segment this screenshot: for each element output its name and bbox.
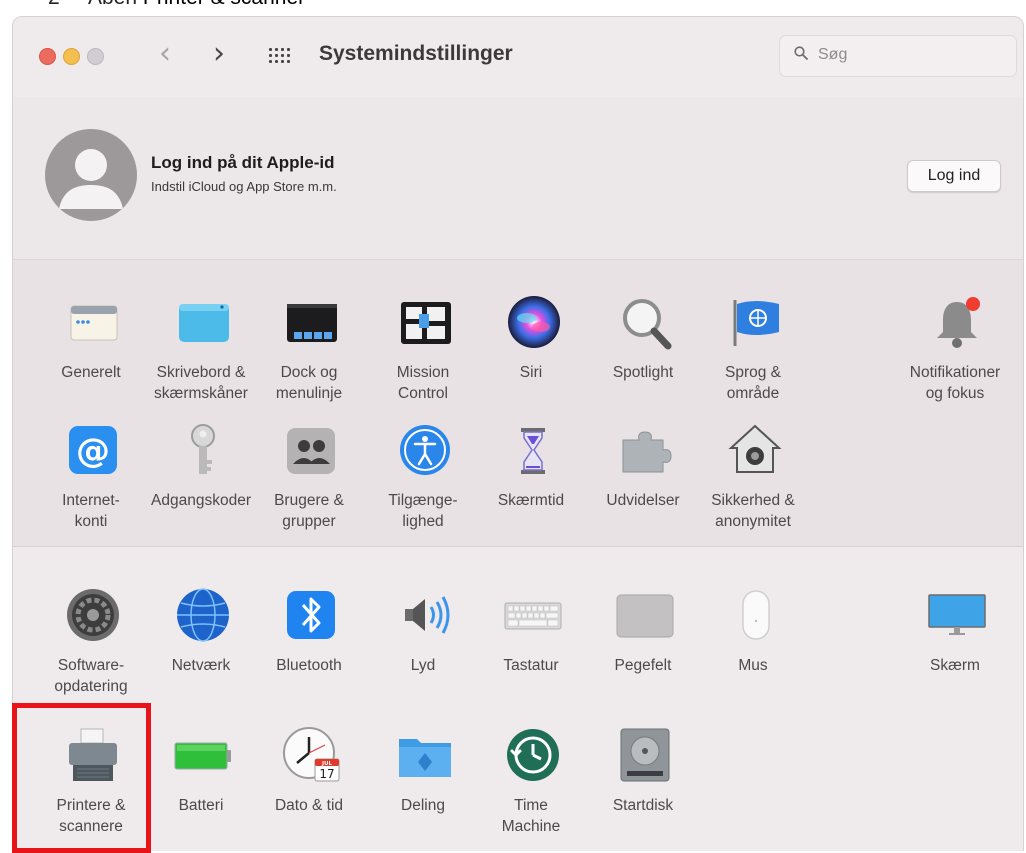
key-icon [191, 424, 215, 474]
highlight-box [12, 703, 151, 853]
pane-label: Startdisk [612, 797, 674, 814]
puzzle-piece-icon [622, 431, 672, 473]
pane-bluetooth[interactable]: Bluetooth [249, 585, 369, 715]
zoom-button[interactable] [87, 48, 104, 65]
mouse-icon [742, 590, 770, 640]
pane-displays[interactable]: Skærm [895, 585, 1015, 715]
pane-screen-time[interactable]: Skærmtid [471, 420, 591, 550]
pane-label: Bluetooth [276, 657, 342, 674]
show-all-grid-icon[interactable] [269, 48, 290, 64]
system-preferences-window: ‹ › Systemindstillinger Søg Log ind på d… [12, 16, 1024, 851]
pane-extensions[interactable]: Udvidelser [583, 420, 703, 550]
battery-icon [174, 742, 231, 770]
calendar-day: 17 [319, 767, 334, 781]
svg-text:@: @ [76, 431, 110, 471]
folder-icon [399, 739, 451, 777]
search-icon [794, 46, 808, 60]
step-target: Printer & scanner [143, 0, 305, 9]
pane-label: Dato & tid [274, 797, 344, 814]
clock-calendar-icon: JUL 17 [283, 727, 340, 782]
notification-bell-icon [937, 297, 980, 348]
dock-icon [287, 304, 337, 342]
pane-startup-disk[interactable]: Startdisk [583, 725, 703, 851]
gear-icon [67, 589, 119, 641]
globe-network-icon [177, 588, 229, 642]
apple-id-section: Log ind på dit Apple-id Indstil iCloud o… [13, 97, 1023, 260]
window-title: Systemindstillinger [319, 42, 513, 65]
speaker-icon [405, 596, 450, 634]
bluetooth-icon [287, 591, 335, 639]
pane-users-groups[interactable]: Brugere & grupper [249, 420, 369, 550]
trackpad-icon [616, 594, 674, 638]
forward-button[interactable]: › [213, 39, 225, 69]
pane-security-privacy[interactable]: Sikkerhed & anonymitet [693, 420, 813, 550]
minimize-button[interactable] [63, 48, 80, 65]
pane-label: Sprog & område [724, 364, 781, 402]
pane-accessibility[interactable]: Tilgænge- lighed [363, 420, 483, 550]
pane-label: Mus [738, 657, 768, 674]
pane-software-update[interactable]: Software- opdatering [31, 585, 151, 715]
pane-general[interactable]: Generelt [31, 292, 151, 422]
desktop-icon [179, 304, 229, 342]
step-text: Åben [88, 0, 137, 9]
pane-label: Brugere & grupper [274, 492, 344, 530]
search-placeholder: Søg [818, 46, 848, 63]
pane-label: Skærm [930, 657, 980, 674]
general-icon [70, 305, 118, 341]
pane-label: Notifikationer og fokus [909, 364, 1001, 402]
display-icon [928, 594, 986, 635]
step-number: 2 [48, 0, 88, 10]
hourglass-icon [521, 428, 545, 474]
pane-battery[interactable]: Batteri [141, 725, 261, 851]
spotlight-icon [623, 299, 672, 350]
user-silhouette-icon [59, 149, 123, 209]
login-button[interactable]: Log ind [907, 160, 1001, 192]
mission-control-icon [401, 302, 451, 344]
avatar[interactable] [45, 129, 137, 221]
preferences-section-hardware: Software- opdatering Netværk Bluetooth L… [13, 547, 1023, 851]
time-machine-icon [507, 729, 559, 781]
close-button[interactable] [39, 48, 56, 65]
users-icon [287, 428, 335, 474]
hard-drive-icon [620, 728, 670, 782]
siri-icon [508, 296, 560, 348]
keyboard-icon [504, 602, 562, 630]
preferences-section-personal: Generelt Skrivebord & skærmskåner Dock o… [13, 260, 1023, 547]
search-field[interactable]: Søg [779, 35, 1017, 77]
pane-keyboard[interactable]: Tastatur [471, 585, 591, 715]
house-lock-icon [728, 424, 782, 473]
document-step-instruction: 2Åben Printer & scanner [48, 0, 305, 10]
pane-time-machine[interactable]: Time Machine [471, 725, 591, 851]
pane-internet-accounts[interactable]: @ Internet- konti [31, 420, 151, 550]
apple-id-subtitle: Indstil iCloud og App Store m.m. [151, 179, 337, 194]
at-sign-icon: @ [69, 426, 117, 474]
pane-mouse[interactable]: Mus [693, 585, 813, 715]
pane-label: Sikkerhed & anonymitet [711, 492, 795, 530]
pane-network[interactable]: Netværk [141, 585, 261, 715]
pane-date-time[interactable]: JUL 17 Dato & tid [249, 725, 369, 851]
pane-language-region[interactable]: Sprog & område [693, 292, 813, 422]
apple-id-title: Log ind på dit Apple-id [151, 153, 335, 172]
pane-label: Dock og menulinje [275, 364, 343, 402]
titlebar: ‹ › Systemindstillinger Søg [13, 17, 1023, 97]
accessibility-icon [400, 425, 450, 475]
back-button[interactable]: ‹ [159, 39, 171, 69]
pane-dock-menubar[interactable]: Dock og menulinje [249, 292, 369, 422]
pane-siri[interactable]: Siri [471, 292, 591, 422]
pane-trackpad[interactable]: Pegefelt [583, 585, 703, 715]
pane-notifications-focus[interactable]: Notifikationer og fokus [895, 292, 1015, 422]
pane-sound[interactable]: Lyd [363, 585, 483, 715]
pane-mission-control[interactable]: Mission Control [363, 292, 483, 422]
language-flag-icon [733, 300, 779, 346]
pane-spotlight[interactable]: Spotlight [583, 292, 703, 422]
